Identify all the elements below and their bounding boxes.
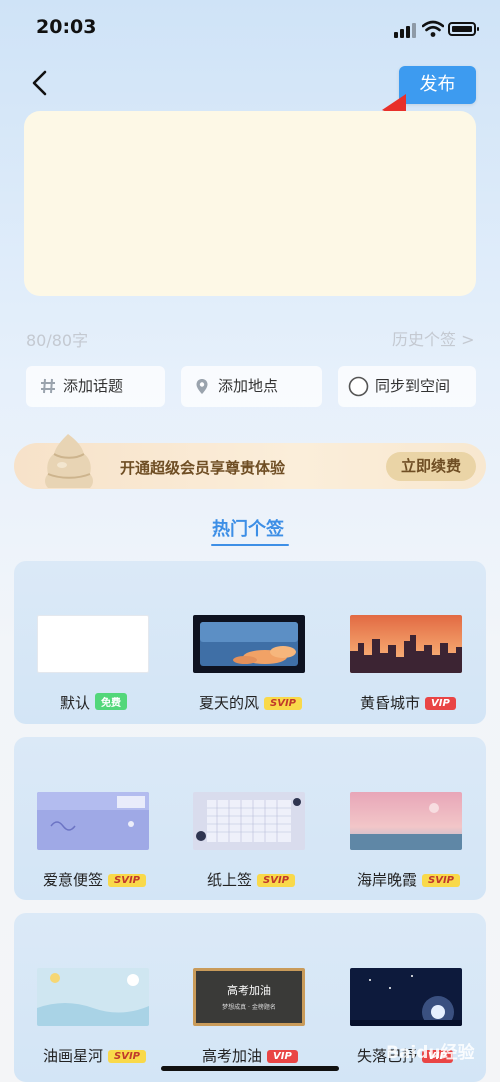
template-label: 黄昏城市 VIP — [360, 692, 456, 713]
hash-icon — [41, 378, 55, 394]
character-counter: 80/80字 — [26, 331, 89, 350]
renew-now-button[interactable]: 立即续费 — [386, 452, 476, 481]
history-signatures-link[interactable]: 历史个签 > — [392, 326, 475, 350]
battery-icon — [448, 22, 479, 36]
svip-badge: SVIP — [257, 874, 296, 887]
template-thumb-lost-night[interactable] — [350, 968, 462, 1026]
free-badge: 免费 — [95, 693, 128, 710]
svip-badge: SVIP — [108, 874, 147, 887]
template-label: 纸上签 SVIP — [207, 869, 296, 890]
template-thumb-exam-cheer[interactable]: 高考加油 梦想成真 · 金榜题名 — [193, 968, 305, 1026]
template-thumb-dusk-city[interactable] — [350, 615, 462, 673]
sync-to-space-label: 同步到空间 — [375, 377, 451, 395]
template-label: 爱意便签 SVIP — [43, 869, 147, 890]
svip-badge: SVIP — [108, 1050, 147, 1063]
hot-signatures-tab[interactable]: 热门个签 — [212, 515, 284, 541]
back-icon[interactable] — [26, 68, 56, 98]
template-thumb-love-note[interactable] — [37, 792, 149, 850]
add-location-label: 添加地点 — [218, 377, 279, 395]
watermark: Baidu经验 — [386, 1043, 475, 1063]
tab-underline — [211, 544, 289, 546]
add-location-button[interactable]: 添加地点 — [181, 366, 322, 407]
svip-badge: SVIP — [422, 874, 461, 887]
template-label: 高考加油 VIP — [202, 1045, 298, 1066]
radio-circle-icon[interactable] — [348, 376, 369, 397]
template-label: 默认 免费 — [60, 692, 128, 713]
status-time: 20:03 — [36, 16, 97, 38]
template-thumb-default[interactable] — [37, 615, 149, 673]
ice-cream-mascot-icon — [45, 434, 93, 488]
signature-textarea[interactable] — [24, 111, 476, 296]
vip-badge: VIP — [267, 1050, 298, 1063]
location-pin-icon — [196, 379, 208, 394]
template-thumb-paper-note[interactable] — [193, 792, 305, 850]
cellular-signal-icon — [394, 22, 416, 38]
sync-to-space-toggle[interactable]: 同步到空间 — [338, 366, 476, 407]
add-topic-button[interactable]: 添加话题 — [26, 366, 165, 407]
vip-badge: VIP — [425, 697, 456, 710]
template-label: 海岸晚霞 SVIP — [357, 869, 461, 890]
template-thumb-oil-galaxy[interactable] — [37, 968, 149, 1026]
svip-badge: SVIP — [264, 697, 303, 710]
wifi-icon — [422, 20, 444, 37]
vip-banner-text: 开通超级会员享尊贵体验 — [120, 459, 286, 477]
home-indicator[interactable] — [161, 1066, 339, 1071]
template-thumb-coast-sunset[interactable] — [350, 792, 462, 850]
template-label: 油画星河 SVIP — [43, 1045, 147, 1066]
add-topic-label: 添加话题 — [63, 377, 124, 395]
template-thumb-summer-wind[interactable] — [193, 615, 305, 673]
template-label: 夏天的风 SVIP — [199, 692, 303, 713]
